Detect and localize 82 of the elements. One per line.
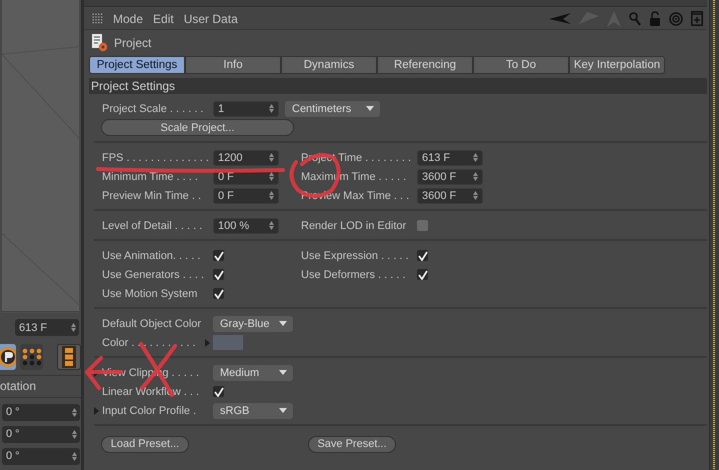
checkbox[interactable] (213, 288, 224, 299)
section-title: Project Settings (91, 79, 176, 93)
push-button[interactable]: Save Preset... (308, 436, 396, 452)
caret-icon (279, 370, 287, 375)
mode-button[interactable] (57, 344, 81, 370)
color-swatch[interactable] (213, 335, 243, 350)
number-field[interactable]: 3600 F (417, 188, 483, 204)
film-strip-icon (62, 346, 76, 368)
caret-icon (366, 106, 374, 111)
push-button[interactable]: Load Preset... (101, 436, 189, 452)
spinner-icon (473, 153, 478, 162)
spinner-icon (72, 430, 77, 439)
search-icon[interactable] (629, 12, 641, 26)
field-label: Use Motion System (102, 288, 198, 300)
number-field[interactable]: 1 (213, 100, 279, 116)
spinner-icon (269, 104, 274, 113)
menu-item[interactable]: Mode (113, 12, 144, 26)
field-label: Project Scale . . . . . . (102, 102, 204, 114)
tab[interactable]: Key Interpolation (569, 56, 665, 74)
number-field[interactable]: 0 F (213, 188, 279, 204)
number-field[interactable]: 1200 (213, 150, 279, 166)
rotation-field[interactable]: 0 ° (2, 426, 80, 443)
menu-item[interactable]: User Data (184, 12, 238, 26)
dropdown[interactable]: sRGB (213, 402, 293, 418)
document-gear-icon (92, 34, 108, 52)
spinner-icon (72, 452, 77, 461)
field-label: Use Generators . . . . (102, 268, 206, 280)
menu-item[interactable]: Edit (153, 12, 174, 26)
checkbox[interactable] (417, 269, 428, 280)
expand-triangle-icon[interactable] (94, 406, 99, 414)
spinner-icon (72, 408, 77, 417)
field-label: Minimum Time . . . . (102, 170, 199, 182)
mode-button[interactable] (0, 344, 16, 370)
field-label: Use Animation. . . . . (102, 250, 202, 262)
spinner-icon (473, 172, 478, 181)
tab[interactable]: Referencing (377, 56, 473, 74)
field-label: Use Deformers . . . . . (301, 268, 407, 280)
dropdown[interactable]: Medium (213, 364, 293, 380)
mode-button[interactable] (20, 344, 44, 370)
expand-triangle-icon[interactable] (205, 338, 210, 346)
object-title: Project (114, 36, 152, 50)
number-field[interactable]: 613 F (417, 150, 483, 166)
spinner-icon (473, 191, 478, 200)
field-label: Input Color Profile . (102, 404, 198, 416)
spinner-icon (71, 323, 76, 332)
spinner-icon (269, 191, 274, 200)
rotation-field[interactable]: 0 ° (2, 448, 80, 466)
spinner-icon (269, 153, 274, 162)
section-title: otation (0, 374, 81, 398)
dropdown[interactable]: Gray-Blue (213, 316, 293, 332)
field-label: Render LOD in Editor (301, 220, 408, 232)
spinner-icon (269, 221, 274, 230)
checkbox[interactable] (213, 386, 224, 397)
tab[interactable]: Dynamics (281, 56, 377, 74)
caret-icon (279, 408, 287, 413)
field-label: Color . . . . . . . . . . . (102, 336, 197, 348)
caret-icon (279, 321, 287, 326)
checkbox[interactable] (213, 269, 224, 280)
field-label: Use Expression . . . . . (301, 250, 410, 262)
number-field[interactable]: 100 % (213, 218, 279, 234)
tab[interactable]: To Do (473, 56, 569, 74)
field-label: FPS . . . . . . . . . . . . . . (102, 152, 210, 164)
checkbox[interactable] (417, 250, 428, 261)
push-button[interactable]: Scale Project... (101, 119, 294, 136)
field-label: Default Object Color (102, 318, 202, 330)
dots-grid-icon (22, 348, 42, 366)
field-label: Level of Detail . . . . . (102, 220, 204, 232)
field-label: Preview Min Time . . (102, 190, 202, 202)
grip-icon (92, 13, 103, 24)
checkbox[interactable] (417, 220, 428, 231)
tab[interactable]: Info (185, 56, 281, 74)
back-arrow-icon[interactable] (549, 12, 571, 26)
new-panel-icon[interactable] (691, 11, 703, 26)
checkbox[interactable] (213, 250, 224, 261)
lock-icon[interactable] (649, 10, 661, 26)
number-field[interactable]: 3600 F (417, 168, 483, 184)
dropdown[interactable]: Centimeters (285, 100, 380, 116)
spinner-icon (269, 172, 274, 181)
tab[interactable]: Project Settings (89, 56, 185, 74)
rotation-field[interactable]: 0 ° (2, 404, 80, 421)
time-field[interactable]: 613 F (15, 319, 79, 336)
target-icon[interactable] (669, 12, 683, 26)
